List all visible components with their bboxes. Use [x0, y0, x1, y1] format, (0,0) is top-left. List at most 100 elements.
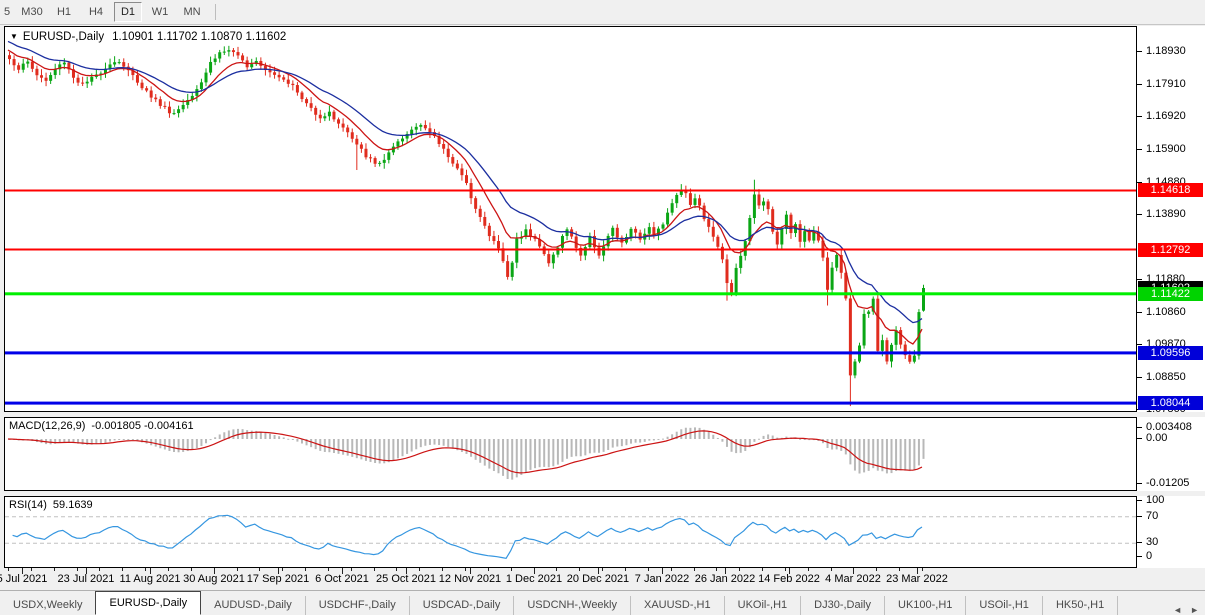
symbol-dropdown-icon[interactable]: ▼: [10, 32, 18, 41]
chart-tab-USOil-H1[interactable]: USOil-,H1: [966, 596, 1043, 615]
chart-tab-DJ30-Daily[interactable]: DJ30-,Daily: [801, 596, 885, 615]
macd-histogram: [9, 427, 925, 479]
price-chart-panel[interactable]: ▼ EURUSD-,Daily 1.10901 1.11702 1.10870 1.…: [4, 26, 1137, 412]
chart-tab-UKOil-H1[interactable]: UKOil-,H1: [725, 596, 802, 615]
price-axis-label: 1.18930: [1146, 45, 1186, 57]
chart-tab-USDCHF-Daily[interactable]: USDCHF-,Daily: [306, 596, 410, 615]
date-major-tick: [598, 568, 599, 574]
date-minor-tick: [511, 568, 512, 571]
date-label: 7 Jan 2022: [620, 573, 704, 585]
timeframe-button-5[interactable]: 5: [0, 2, 14, 22]
date-minor-tick: [556, 568, 557, 571]
date-minor-tick: [671, 568, 672, 571]
axis-tick: [1137, 279, 1142, 280]
axis-tick: [1137, 542, 1142, 543]
date-minor-tick: [762, 568, 763, 571]
date-minor-tick: [442, 568, 443, 571]
axis-tick: [1137, 427, 1142, 428]
date-minor-tick: [602, 568, 603, 571]
chart-tab-UK100-H1[interactable]: UK100-,H1: [885, 596, 966, 615]
timeframe-toolbar: 5M30H1H4D1W1MN: [0, 0, 1205, 25]
date-minor-tick: [808, 568, 809, 571]
macd-signal-line: [8, 431, 922, 473]
date-minor-tick: [145, 568, 146, 571]
date-major-tick: [662, 568, 663, 574]
date-major-tick: [725, 568, 726, 574]
date-minor-tick: [77, 568, 78, 571]
chart-tab-EURUSD-Daily[interactable]: EURUSD-,Daily: [95, 591, 201, 615]
date-major-tick: [214, 568, 215, 574]
price-chart-canvas[interactable]: [5, 27, 1136, 411]
date-label: 11 Aug 2021: [108, 573, 192, 585]
date-minor-tick: [8, 568, 9, 571]
right-axis: 1.189301.179101.169201.159001.148801.138…: [1137, 0, 1205, 615]
timeframe-button-MN[interactable]: MN: [178, 2, 206, 22]
date-minor-tick: [739, 568, 740, 571]
timeframe-button-M30[interactable]: M30: [18, 2, 46, 22]
date-minor-tick: [54, 568, 55, 571]
date-minor-tick: [488, 568, 489, 571]
date-major-tick: [150, 568, 151, 574]
date-label: 23 Mar 2022: [875, 573, 959, 585]
timeframe-button-W1[interactable]: W1: [146, 2, 174, 22]
axis-tick: [1137, 556, 1142, 557]
date-minor-tick: [328, 568, 329, 571]
price-axis-label: 1.15900: [1146, 143, 1186, 155]
chart-tabs-bar: USDX,WeeklyEURUSD-,DailyAUDUSD-,DailyUSD…: [0, 590, 1205, 615]
axis-tick: [1137, 312, 1142, 313]
axis-tick: [1137, 344, 1142, 345]
rsi-axis-label: 30: [1146, 536, 1158, 548]
date-minor-tick: [419, 568, 420, 571]
rsi-line: [13, 515, 922, 558]
date-minor-tick: [237, 568, 238, 571]
rsi-label: RSI(14)59.1639: [9, 499, 93, 511]
date-label: 1 Dec 2021: [492, 573, 576, 585]
rsi-canvas[interactable]: [5, 497, 1136, 567]
macd-values: -0.001805 -0.004161: [91, 420, 193, 432]
timeframe-button-H4[interactable]: H4: [82, 2, 110, 22]
date-minor-tick: [396, 568, 397, 571]
price-axis-label: 1.08850: [1146, 371, 1186, 383]
timeframe-button-D1[interactable]: D1: [114, 2, 142, 22]
chart-tab-USDCAD-Daily[interactable]: USDCAD-,Daily: [410, 596, 515, 615]
date-minor-tick: [534, 568, 535, 571]
date-minor-tick: [694, 568, 695, 571]
chart-tab-XAUUSD-H1[interactable]: XAUUSD-,H1: [631, 596, 725, 615]
price-tag-1.14618: 1.14618: [1138, 183, 1203, 197]
macd-axis-label: -0.01205: [1146, 477, 1189, 489]
mt4-window: { "toolbar": { "timeframes": [ {"label":…: [0, 0, 1205, 615]
rsi-indicator-panel[interactable]: RSI(14)59.1639: [4, 496, 1137, 568]
macd-label: MACD(12,26,9)-0.001805 -0.004161: [9, 420, 194, 432]
price-axis-label: 1.17910: [1146, 78, 1186, 90]
date-major-tick: [534, 568, 535, 574]
macd-indicator-panel[interactable]: MACD(12,26,9)-0.001805 -0.004161: [4, 417, 1137, 491]
chart-ohlc-values: 1.10901 1.11702 1.10870 1.11602: [112, 31, 286, 43]
chart-tab-USDCNH-Weekly[interactable]: USDCNH-,Weekly: [514, 596, 631, 615]
date-label: 12 Nov 2021: [428, 573, 512, 585]
price-axis-label: 1.13890: [1146, 208, 1186, 220]
date-minor-tick: [374, 568, 375, 571]
date-major-tick: [406, 568, 407, 574]
timeframe-button-H1[interactable]: H1: [50, 2, 78, 22]
chart-tab-USDX-Weekly[interactable]: USDX,Weekly: [0, 596, 96, 615]
axis-tick: [1137, 483, 1142, 484]
chart-tab-AUDUSD-Daily[interactable]: AUDUSD-,Daily: [201, 596, 306, 615]
price-tag-1.09596: 1.09596: [1138, 346, 1203, 360]
date-major-tick: [278, 568, 279, 574]
date-minor-tick: [853, 568, 854, 571]
axis-tick: [1137, 438, 1142, 439]
horizontal-level-line-1: [5, 249, 1136, 251]
horizontal-level-line-2: [5, 292, 1136, 295]
chart-tab-HK50-H1[interactable]: HK50-,H1: [1043, 596, 1118, 615]
date-label: 20 Dec 2021: [556, 573, 640, 585]
rsi-axis-label: 70: [1146, 510, 1158, 522]
axis-tick: [1137, 116, 1142, 117]
date-minor-tick: [282, 568, 283, 571]
date-minor-tick: [648, 568, 649, 571]
date-minor-tick: [214, 568, 215, 571]
date-minor-tick: [716, 568, 717, 571]
date-minor-tick: [785, 568, 786, 571]
chart-symbol-label: EURUSD-,Daily: [23, 31, 104, 43]
date-minor-tick: [465, 568, 466, 571]
date-major-tick: [22, 568, 23, 574]
